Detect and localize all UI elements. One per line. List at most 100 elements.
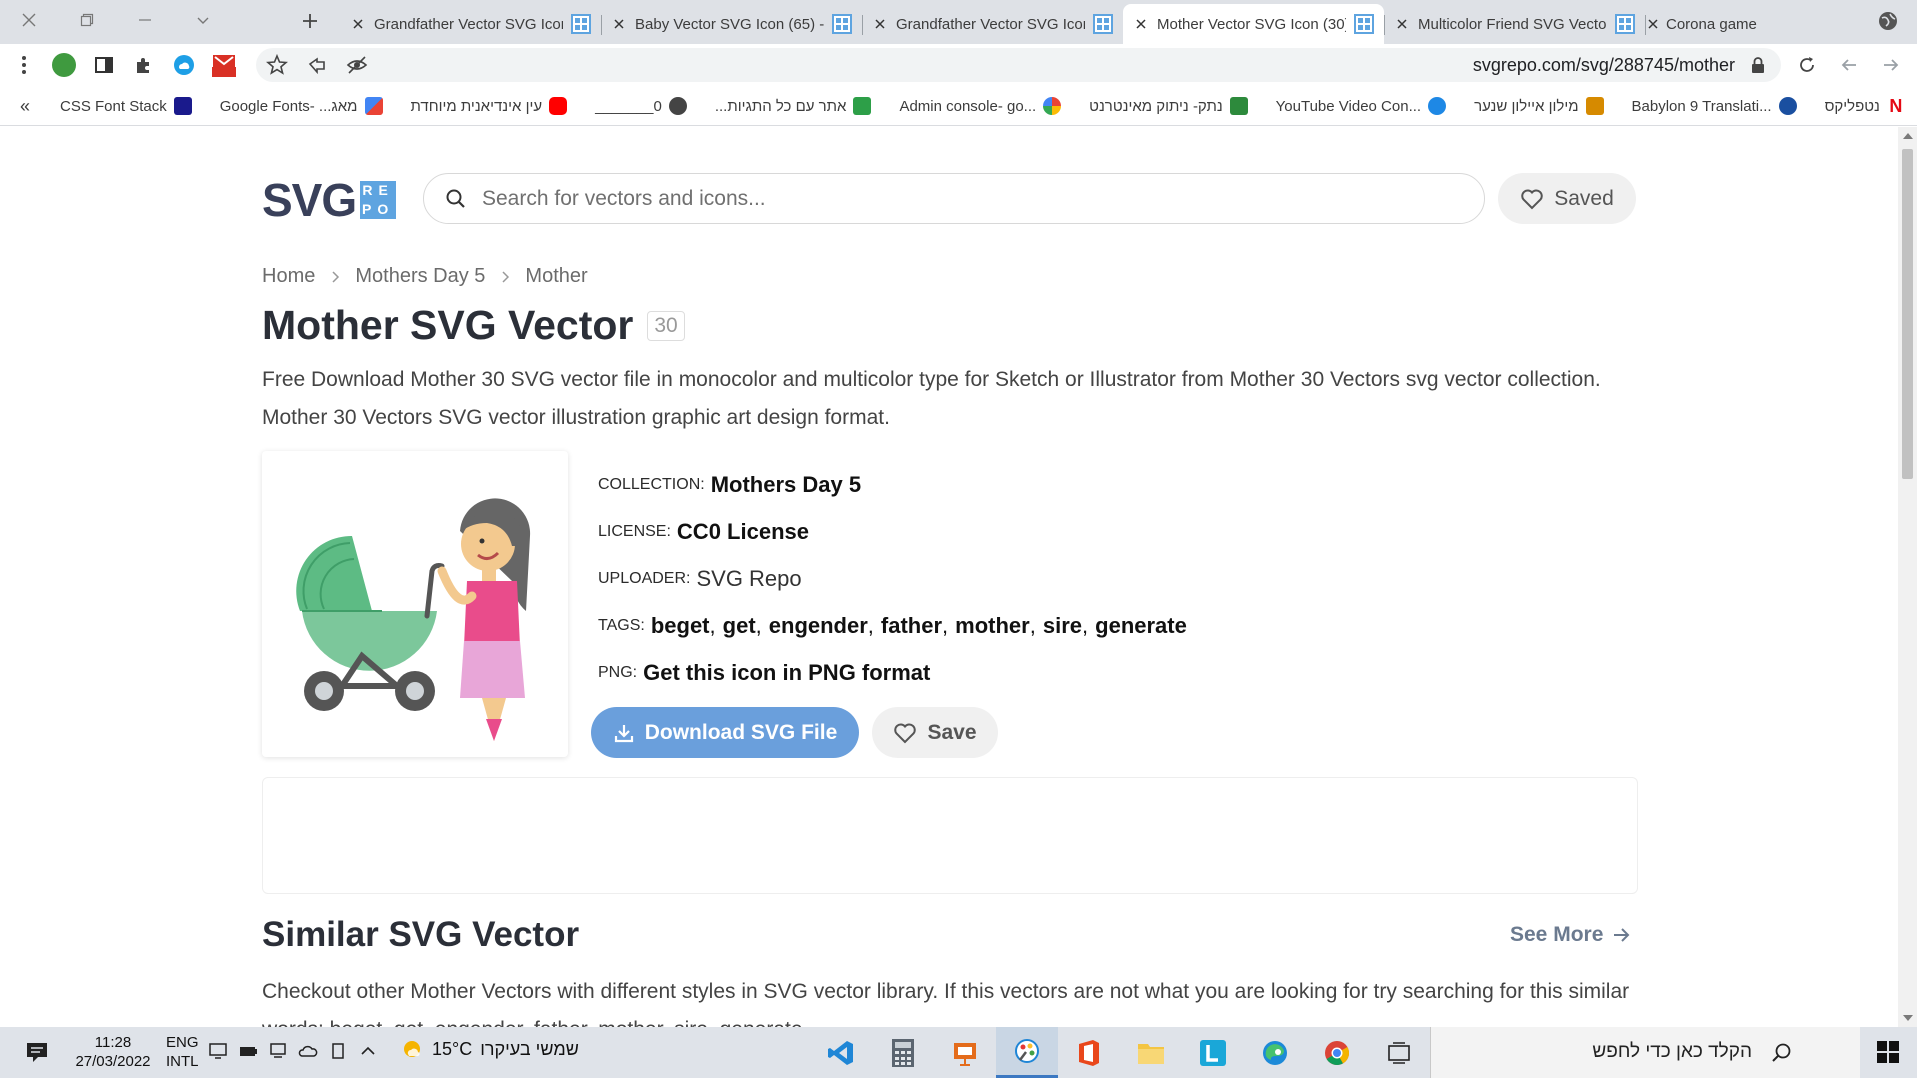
tab-corona[interactable]: Corona game xyxy=(1648,4,1757,44)
vscode-taskbar-icon[interactable] xyxy=(810,1027,872,1078)
close-tab-icon[interactable] xyxy=(611,16,627,32)
menu-dots-icon[interactable] xyxy=(10,51,38,79)
breadcrumb-home[interactable]: Home xyxy=(262,265,315,288)
edge-taskbar-icon[interactable] xyxy=(1244,1027,1306,1078)
tag-link[interactable]: get xyxy=(723,613,756,639)
tag-link[interactable]: beget xyxy=(651,613,710,639)
bookmark-item[interactable]: Google Fonts- ...מאג xyxy=(220,97,383,115)
tab-baby[interactable]: Baby Vector SVG Icon (65) - xyxy=(601,4,862,44)
tag-link[interactable]: sire xyxy=(1043,613,1082,639)
bookmark-item[interactable]: מילון איילון שנער xyxy=(1474,97,1604,115)
tag-link[interactable]: engender xyxy=(769,613,868,639)
bookmarks-overflow-button[interactable]: « xyxy=(20,96,30,117)
bookmark-star-icon[interactable] xyxy=(264,52,290,78)
bookmark-item[interactable]: _______0 xyxy=(595,97,687,115)
restore-window-icon[interactable] xyxy=(58,0,116,40)
taskbar-search[interactable]: הקלד כאן כדי לחפש xyxy=(1430,1027,1860,1078)
sidebar-icon[interactable] xyxy=(90,51,118,79)
lang-top: ENG xyxy=(166,1034,199,1051)
tab-title: Multicolor Friend SVG Vector xyxy=(1418,15,1607,33)
chevron-up-icon[interactable] xyxy=(358,1041,378,1061)
site-search-box[interactable] xyxy=(423,173,1485,224)
network-icon[interactable] xyxy=(268,1041,288,1061)
scroll-down-arrow-icon[interactable] xyxy=(1903,1015,1913,1021)
search-input[interactable] xyxy=(482,174,1462,223)
search-icon xyxy=(446,189,465,208)
close-tab-icon[interactable] xyxy=(872,16,888,32)
back-arrow-icon[interactable] xyxy=(1835,51,1863,79)
office-taskbar-icon[interactable] xyxy=(1058,1027,1120,1078)
tab-friend[interactable]: Multicolor Friend SVG Vector xyxy=(1384,4,1645,44)
bookmark-item[interactable]: ...אתר עם כל התגיות xyxy=(715,97,872,115)
close-window-icon[interactable] xyxy=(0,0,58,40)
taskbar-clock[interactable]: 11:28 27/03/2022 xyxy=(68,1033,158,1071)
close-tab-icon[interactable] xyxy=(1133,16,1149,32)
bookmark-item[interactable]: CSS Font Stack xyxy=(60,97,192,115)
tab-mother-active[interactable]: Mother Vector SVG Icon (30) xyxy=(1123,4,1384,44)
tab-title: Mother Vector SVG Icon (30) xyxy=(1157,15,1346,33)
page-scrollbar[interactable] xyxy=(1898,127,1917,1027)
bookmark-label: _______0 xyxy=(595,97,662,115)
tag-link[interactable]: generate xyxy=(1095,613,1187,639)
windows-start-icon[interactable] xyxy=(1876,1040,1900,1064)
see-more-link[interactable]: See More xyxy=(1510,923,1631,947)
license-link[interactable]: CC0 License xyxy=(677,519,809,545)
save-button[interactable]: Save xyxy=(872,707,998,758)
tag-link[interactable]: father xyxy=(881,613,942,639)
weather-extension-icon[interactable] xyxy=(170,51,198,79)
scroll-thumb[interactable] xyxy=(1902,149,1913,479)
download-svg-button[interactable]: Download SVG File xyxy=(591,707,859,758)
gmail-badge-icon[interactable] xyxy=(210,51,238,79)
extensions-puzzle-icon[interactable] xyxy=(130,51,158,79)
paint-taskbar-icon[interactable] xyxy=(996,1027,1058,1078)
tab-search-chevron-icon[interactable] xyxy=(174,0,232,40)
tag-link[interactable]: mother xyxy=(955,613,1030,639)
share-icon[interactable] xyxy=(304,52,330,78)
toolbar-left xyxy=(10,44,238,86)
profile-avatar[interactable] xyxy=(50,51,78,79)
site-logo[interactable]: SVG RE PO xyxy=(262,173,397,227)
bookmark-item[interactable]: עין אינדיאנית מיוחדת xyxy=(410,97,568,115)
close-tab-icon[interactable] xyxy=(1394,16,1410,32)
device-icon[interactable] xyxy=(328,1041,348,1061)
weather-widget[interactable]: 15°C שמשי בעיקרו xyxy=(400,1037,579,1061)
minimize-window-icon[interactable] xyxy=(116,0,174,40)
reload-icon[interactable] xyxy=(1793,51,1821,79)
calculator-taskbar-icon[interactable] xyxy=(872,1027,934,1078)
task-view-taskbar-icon[interactable] xyxy=(1368,1027,1430,1078)
address-bar[interactable]: svgrepo.com/svg/288745/mother xyxy=(256,48,1781,82)
display-icon[interactable] xyxy=(208,1041,228,1061)
collection-link[interactable]: Mothers Day 5 xyxy=(711,472,861,498)
chrome-taskbar-icon[interactable] xyxy=(1306,1027,1368,1078)
svgrepo-favicon-icon xyxy=(1615,14,1635,34)
lock-icon[interactable] xyxy=(1749,56,1767,74)
globe-icon[interactable] xyxy=(1877,10,1899,32)
scroll-up-arrow-icon[interactable] xyxy=(1903,133,1913,139)
bookmark-item[interactable]: Admin console- go... xyxy=(899,97,1062,115)
png-link[interactable]: Get this icon in PNG format xyxy=(643,660,930,686)
breadcrumb-current[interactable]: Mother xyxy=(525,265,587,288)
breadcrumb-collection[interactable]: Mothers Day 5 xyxy=(355,265,485,288)
bookmark-item[interactable]: נתק- ניתוק מאינטרנט xyxy=(1089,97,1248,115)
battery-icon[interactable] xyxy=(238,1041,258,1061)
meta-png: PNG: Get this icon in PNG format xyxy=(598,649,1498,696)
close-tab-icon[interactable] xyxy=(350,16,366,32)
lingoes-taskbar-icon[interactable] xyxy=(1182,1027,1244,1078)
new-tab-button[interactable] xyxy=(293,6,327,36)
presentation-taskbar-icon[interactable] xyxy=(934,1027,996,1078)
eye-slash-icon[interactable] xyxy=(344,52,370,78)
onedrive-cloud-icon[interactable] xyxy=(298,1041,318,1061)
file-explorer-taskbar-icon[interactable] xyxy=(1120,1027,1182,1078)
bookmark-item[interactable]: Babylon 9 Translati... xyxy=(1632,97,1797,115)
tab-grandfather-1[interactable]: Grandfather Vector SVG Icon xyxy=(340,4,601,44)
tab-grandfather-2[interactable]: Grandfather Vector SVG Icon xyxy=(862,4,1123,44)
window-controls xyxy=(0,0,232,44)
bookmark-item[interactable]: נטפליקס N xyxy=(1825,97,1905,115)
bookmark-item[interactable]: YouTube Video Con... xyxy=(1276,97,1447,115)
forward-arrow-icon[interactable] xyxy=(1877,51,1905,79)
download-icon xyxy=(614,724,633,742)
saved-button[interactable]: Saved xyxy=(1498,173,1636,224)
notification-center-icon[interactable] xyxy=(24,1039,50,1065)
input-language[interactable]: ENG INTL xyxy=(166,1033,199,1071)
close-tab-icon[interactable] xyxy=(1648,16,1658,33)
